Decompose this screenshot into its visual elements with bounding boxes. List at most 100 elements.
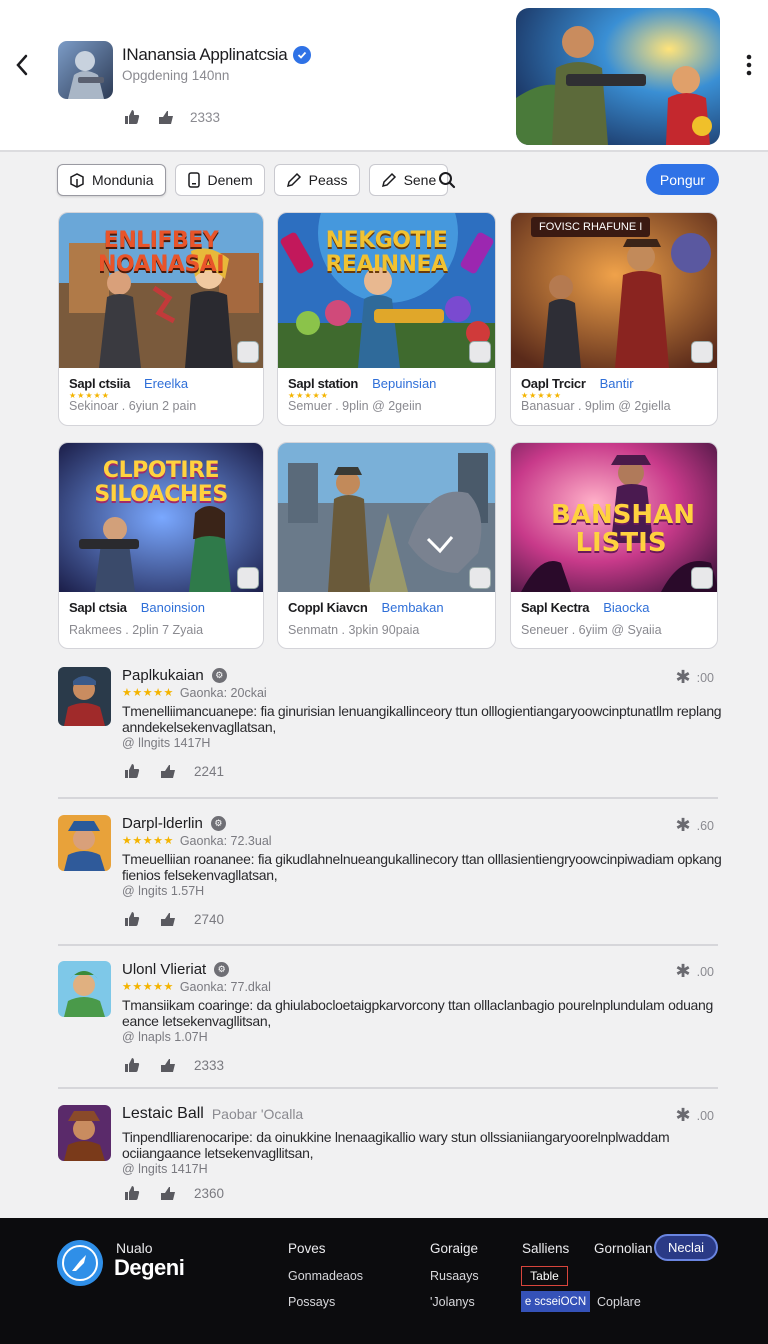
card-tag: Bepuinsian (372, 376, 437, 391)
card-meta: Banasuar . 9plim @ 2giella (521, 399, 671, 413)
like-count: 2740 (194, 911, 225, 927)
card-name: Sapl Kectra (521, 600, 590, 615)
footer-tag-blue[interactable]: e scseiOCN (521, 1291, 590, 1312)
like-icon[interactable] (122, 909, 142, 929)
like-count: 2360 (194, 1185, 225, 1201)
footer-link[interactable]: 'Jolanys (430, 1295, 475, 1309)
footer-pill-button[interactable]: Neclai (654, 1234, 718, 1261)
card-meta: Senmatn . 3pkin 90paia (288, 623, 420, 637)
asterisk-icon: ✱ (675, 1105, 691, 1125)
share-icon[interactable] (158, 761, 178, 781)
brand-logo-icon (57, 1240, 103, 1286)
game-card[interactable]: NEKGOTIE REAINNEA Sapl station Bepuinsian… (277, 212, 496, 426)
card-meta: Semuer . 9plin @ 2geiin (288, 399, 422, 413)
footer-link[interactable]: Poves (288, 1241, 326, 1256)
share-icon[interactable] (158, 1183, 178, 1203)
like-icon[interactable] (122, 1055, 142, 1075)
phone-icon (187, 172, 201, 188)
tab-mondunia[interactable]: Mondunia (57, 164, 166, 196)
filter-tabs: Mondunia Denem Peass Sene (57, 164, 449, 196)
card-name: Sapl station (288, 376, 359, 391)
game-card[interactable]: BANSHAN LISTIS Sapl Kectra Biaocka Seneue… (510, 442, 718, 649)
card-tag: Biaocka (603, 600, 650, 615)
search-icon[interactable] (436, 169, 458, 191)
reviewer-name[interactable]: Lestaic Ball (122, 1105, 204, 1123)
review-rating: Gaonka: 77.dkal (179, 980, 271, 994)
card-name: Sapl ctsia (69, 600, 127, 615)
avatar[interactable] (58, 667, 111, 726)
like-count: 2241 (194, 763, 225, 779)
avatar[interactable] (58, 1105, 111, 1161)
review-meta: @ lnapls 1.07H (122, 1030, 208, 1044)
app-badge-icon (237, 567, 259, 589)
star-rating-icon: ★★★★★ (122, 835, 174, 847)
app-title: INanansia Applinatcsia (122, 45, 312, 65)
reviewer-name[interactable]: Paplkukaian (122, 667, 204, 684)
app-icon (58, 41, 113, 99)
footer-link[interactable]: Possays (288, 1295, 335, 1309)
review-text: Tmansiikam coaringe: da ghiulabocloetaig… (122, 997, 714, 1029)
reviewer-extra: Paobar 'Ocalla (211, 1106, 304, 1122)
app-badge-icon (237, 341, 259, 363)
asterisk-icon: ✱ (675, 961, 691, 981)
tab-label: Mondunia (92, 172, 154, 188)
card-tag: Bantir (599, 376, 634, 391)
header-stats: 2333 (122, 107, 220, 127)
review-rating: Gaonka: 20ckai (179, 686, 267, 700)
tab-peass[interactable]: Peass (273, 164, 360, 196)
footer-link[interactable]: Salliens (522, 1241, 569, 1256)
footer: Nualo Degeni Poves Gonmadeaos Possays Go… (0, 1218, 768, 1344)
game-card[interactable]: CLPOTIRE SILOACHES Sapl ctsia Banoinsion … (58, 442, 264, 649)
divider (58, 1087, 718, 1089)
footer-link[interactable]: Goraige (430, 1241, 478, 1256)
review-item: Darpl-lderlin ⚙ ★★★★★ Gaonka: 72.3ual Tmeu… (58, 815, 722, 935)
review-item: Paplkukaian ⚙ ★★★★★ Gaonka: 20ckai Tmenell… (58, 667, 722, 787)
gear-icon: ⚙ (210, 816, 226, 831)
footer-link[interactable]: Coplare (597, 1295, 641, 1309)
tab-label: Peass (308, 172, 348, 188)
share-icon[interactable] (156, 107, 176, 127)
app-subtitle: Opgdening 140nn (122, 68, 230, 83)
primary-action-button[interactable]: Pongur (646, 164, 719, 195)
game-card[interactable]: FOVISC RHAFUNE I Oapl Trcicr Bantir ★★★★★… (510, 212, 718, 426)
card-meta: Rakmees . 2plin 7 Zyaia (69, 623, 204, 637)
footer-tag-red[interactable]: Table (521, 1266, 568, 1286)
like-icon[interactable] (122, 1183, 142, 1203)
brand-name: Degeni (114, 1255, 185, 1280)
review-meta: @ lngits 1.57H (122, 884, 205, 898)
like-icon[interactable] (122, 761, 142, 781)
app-badge-icon (469, 567, 491, 589)
game-card[interactable]: Coppl Kiavcn Bembakan Senmatn . 3pkin 90p… (277, 442, 496, 649)
review-item: Lestaic Ball Paobar 'Ocalla Tinpendlliare… (58, 1105, 718, 1205)
game-card[interactable]: ENLIFBEY NOANASAI Sapl ctsiia Ereelka ★★★… (58, 212, 264, 426)
more-options-icon[interactable] (738, 52, 760, 78)
verified-icon (293, 46, 312, 64)
review-text: Tmeuelliian roananee: fia gikudlahnelnue… (122, 851, 722, 883)
review-score: :00 (696, 670, 714, 685)
card-tag: Ereelka (144, 376, 189, 391)
divider (58, 797, 718, 799)
reviewer-name[interactable]: Ulonl Vlieriat (122, 961, 206, 978)
like-icon[interactable] (122, 107, 142, 127)
share-icon[interactable] (158, 909, 178, 929)
brand-name-top: Nualo (116, 1240, 153, 1256)
review-rating: Gaonka: 72.3ual (179, 834, 272, 848)
card-tag: Bembakan (381, 600, 444, 615)
back-arrow-icon[interactable] (8, 50, 36, 80)
share-icon[interactable] (158, 1055, 178, 1075)
avatar[interactable] (58, 815, 111, 871)
avatar[interactable] (58, 961, 111, 1017)
asterisk-icon: ✱ (675, 667, 691, 687)
footer-link[interactable]: Gornolian (594, 1241, 653, 1256)
review-score: .00 (696, 964, 714, 979)
star-rating-icon: ★★★★★ (122, 687, 174, 699)
card-meta: Sekinoar . 6yiun 2 pain (69, 399, 197, 413)
app-badge-icon (469, 341, 491, 363)
tab-label: Denem (207, 172, 253, 188)
card-banner-title: NEKGOTIE REAINNEA (325, 228, 448, 277)
footer-link[interactable]: Rusaays (430, 1269, 479, 1283)
reviewer-name[interactable]: Darpl-lderlin (122, 815, 203, 832)
tab-label: Sene (403, 172, 437, 188)
footer-link[interactable]: Gonmadeaos (288, 1269, 363, 1283)
tab-denem[interactable]: Denem (174, 164, 265, 196)
